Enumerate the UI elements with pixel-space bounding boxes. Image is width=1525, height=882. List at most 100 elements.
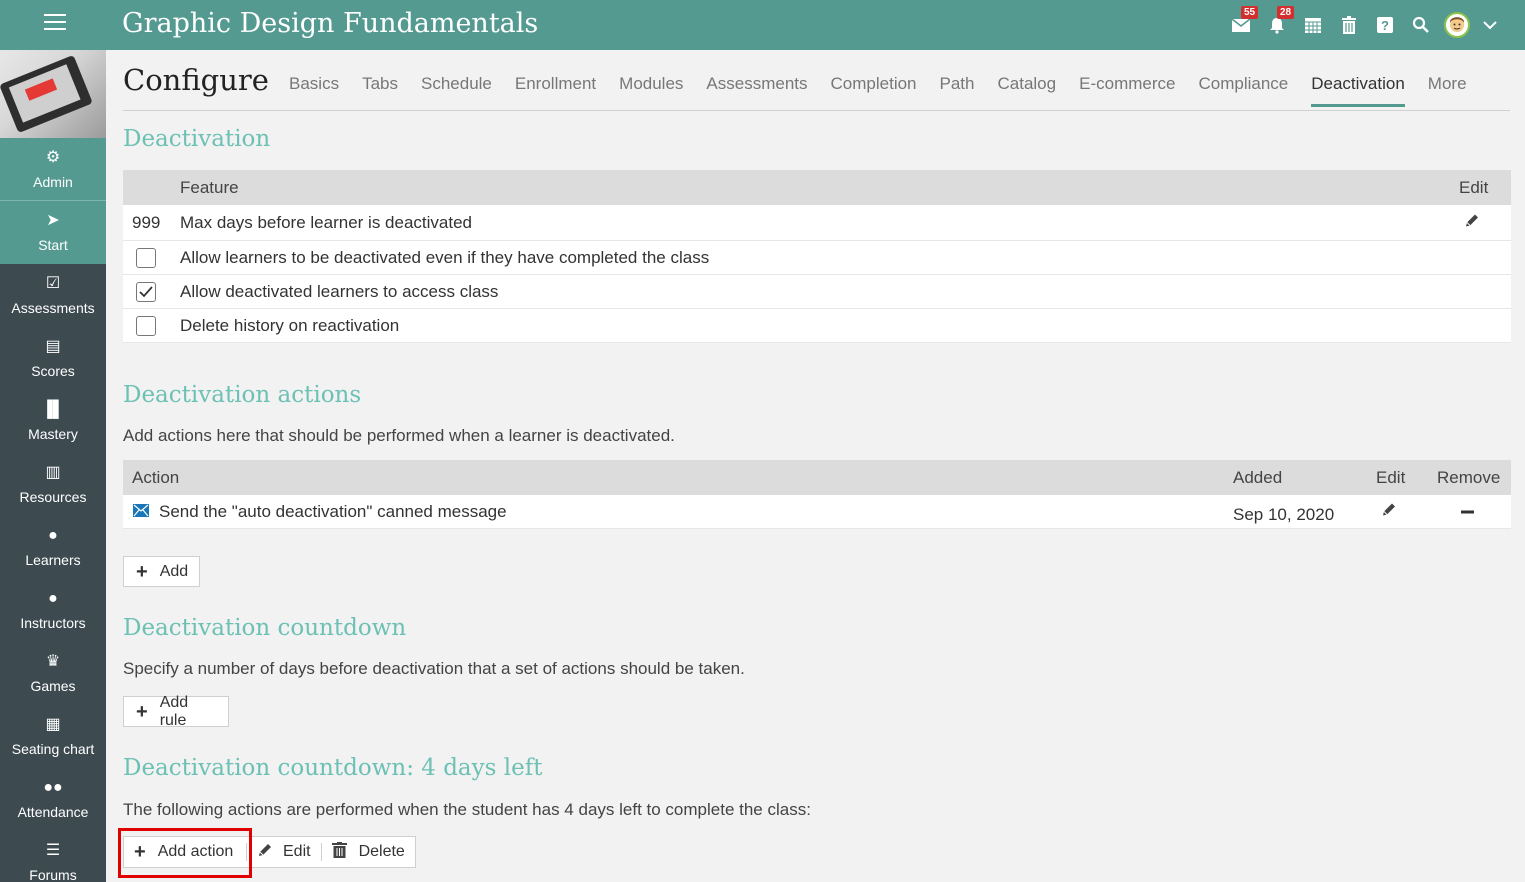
sidebar-item-attendance[interactable]: ●● Attendance: [0, 768, 106, 831]
tab-compliance[interactable]: Compliance: [1198, 74, 1288, 107]
deactivation-actions-description: Add actions here that should be performe…: [123, 426, 675, 445]
add-button[interactable]: + Add: [123, 556, 200, 587]
table-row: Allow learners to be deactivated even if…: [123, 241, 1511, 275]
seating-grid-icon: ▦: [45, 716, 61, 733]
tab-path[interactable]: Path: [940, 74, 975, 107]
max-days-value: 999: [132, 212, 161, 232]
tab-modules[interactable]: Modules: [619, 74, 683, 107]
col-feature: Feature: [180, 177, 239, 197]
books-icon: ▥: [45, 464, 61, 481]
page-title: Configure: [123, 63, 269, 97]
tab-e-commerce[interactable]: E-commerce: [1079, 74, 1175, 107]
pencil-icon[interactable]: [1464, 212, 1480, 233]
sidebar-item-scores[interactable]: ▤ Scores: [0, 327, 106, 390]
edit-button[interactable]: Edit: [247, 837, 321, 867]
trash-icon: [331, 841, 347, 863]
help-icon[interactable]: ?: [1367, 0, 1403, 50]
tab-divider: [123, 110, 1510, 111]
tab-assessments[interactable]: Assessments: [706, 74, 807, 107]
action-text: Send the "auto deactivation" canned mess…: [159, 501, 507, 521]
countdown-rule-heading: Deactivation countdown: 4 days left: [123, 755, 543, 781]
sidebar-item-mastery[interactable]: ▐▌ Mastery: [0, 390, 106, 453]
search-icon[interactable]: [1403, 0, 1439, 50]
plus-icon: +: [136, 560, 148, 583]
tab-enrollment[interactable]: Enrollment: [515, 74, 596, 107]
checkbox-checked[interactable]: [136, 281, 156, 302]
table-row: 999 Max days before learner is deactivat…: [123, 205, 1511, 241]
bar-chart-icon: ▐▌: [41, 401, 65, 418]
table-row: Allow deactivated learners to access cla…: [123, 275, 1511, 309]
pencil-icon: [257, 842, 273, 863]
mail-icon[interactable]: 55: [1223, 0, 1259, 50]
hamburger-menu-icon[interactable]: [44, 14, 66, 34]
top-bar: Graphic Design Fundamentals 55 28 ?: [0, 0, 1525, 50]
pencil-icon[interactable]: [1381, 501, 1397, 522]
checkbox[interactable]: [136, 247, 156, 268]
tab-tabs[interactable]: Tabs: [362, 74, 398, 107]
sidebar-item-label: Start: [38, 237, 68, 253]
add-button-label: Add: [159, 562, 189, 580]
col-edit: Edit: [1459, 177, 1489, 197]
deactivation-actions-heading: Deactivation actions: [123, 382, 362, 408]
sidebar-item-label: Mastery: [28, 426, 78, 442]
sidebar-item-assessments[interactable]: ☑ Assessments: [0, 264, 106, 327]
add-rule-button[interactable]: + Add rule: [123, 693, 229, 729]
highlight-box: [118, 828, 252, 878]
check-square-icon: ☑: [45, 275, 61, 292]
table-row: Delete history on reactivation: [123, 309, 1511, 343]
delete-button[interactable]: Delete: [322, 837, 415, 867]
table-row: Send the "auto deactivation" canned mess…: [123, 495, 1511, 529]
col-action: Action: [132, 467, 180, 487]
sidebar-item-label: Attendance: [17, 804, 89, 820]
sidebar-item-instructors[interactable]: ● Instructors: [0, 579, 106, 642]
feature-label: Allow learners to be deactivated even if…: [180, 247, 710, 267]
sidebar-item-forums[interactable]: ☰ Forums: [0, 831, 106, 882]
checkbox[interactable]: [136, 315, 156, 336]
minus-icon[interactable]: [1461, 510, 1474, 513]
message-icon: [133, 502, 149, 522]
deactivation-heading: Deactivation: [123, 126, 271, 152]
edit-label: Edit: [283, 843, 311, 860]
trash-icon[interactable]: [1331, 0, 1367, 50]
tab-more[interactable]: More: [1428, 74, 1467, 107]
checkmark-icon: [139, 285, 153, 297]
calendar-icon[interactable]: [1295, 0, 1331, 50]
config-tabs: Basics Tabs Schedule Enrollment Modules …: [289, 74, 1490, 107]
chevron-down-icon[interactable]: [1475, 0, 1505, 50]
deactivation-countdown-heading: Deactivation countdown: [123, 615, 407, 641]
gear-icon: ⚙: [45, 148, 61, 166]
tab-catalog[interactable]: Catalog: [998, 74, 1057, 107]
class-thumbnail[interactable]: [0, 50, 106, 138]
app-title[interactable]: Graphic Design Fundamentals: [122, 8, 538, 39]
delete-label: Delete: [358, 843, 405, 860]
table-header: Action Added Edit Remove: [123, 460, 1511, 495]
sidebar-item-seating-chart[interactable]: ▦ Seating chart: [0, 705, 106, 768]
sidebar-item-admin[interactable]: ⚙ Admin: [0, 138, 106, 201]
person-icon: ●: [48, 527, 58, 544]
sidebar-item-games[interactable]: ♛ Games: [0, 642, 106, 705]
list-icon: ☰: [45, 842, 61, 859]
sidebar-item-label: Resources: [19, 489, 87, 505]
sidebar-item-learners[interactable]: ● Learners: [0, 516, 106, 579]
user-avatar[interactable]: [1439, 0, 1475, 50]
sidebar-item-label: Instructors: [20, 615, 86, 631]
tab-basics[interactable]: Basics: [289, 74, 339, 107]
sidebar: ⚙ Admin ➤ Start ☑ Assessments ▤ Scores ▐…: [0, 50, 106, 882]
avatar-face-icon: [1444, 12, 1470, 38]
sidebar-item-label: Forums: [29, 867, 77, 882]
trophy-icon: ♛: [45, 653, 61, 670]
sidebar-item-resources[interactable]: ▥ Resources: [0, 453, 106, 516]
top-icons: 55 28 ?: [1223, 0, 1505, 50]
sidebar-item-label: Seating chart: [11, 741, 95, 757]
col-remove: Remove: [1437, 467, 1501, 487]
tab-completion[interactable]: Completion: [831, 74, 917, 107]
people-group-icon: ●●: [43, 779, 63, 796]
tab-schedule[interactable]: Schedule: [421, 74, 492, 107]
plus-icon: +: [136, 700, 148, 723]
add-rule-label: Add rule: [159, 693, 189, 729]
tab-deactivation[interactable]: Deactivation: [1311, 74, 1405, 107]
bell-icon[interactable]: 28: [1259, 0, 1295, 50]
svg-text:?: ?: [1381, 18, 1389, 33]
sidebar-item-start[interactable]: ➤ Start: [0, 201, 106, 264]
mail-badge: 55: [1241, 6, 1259, 19]
